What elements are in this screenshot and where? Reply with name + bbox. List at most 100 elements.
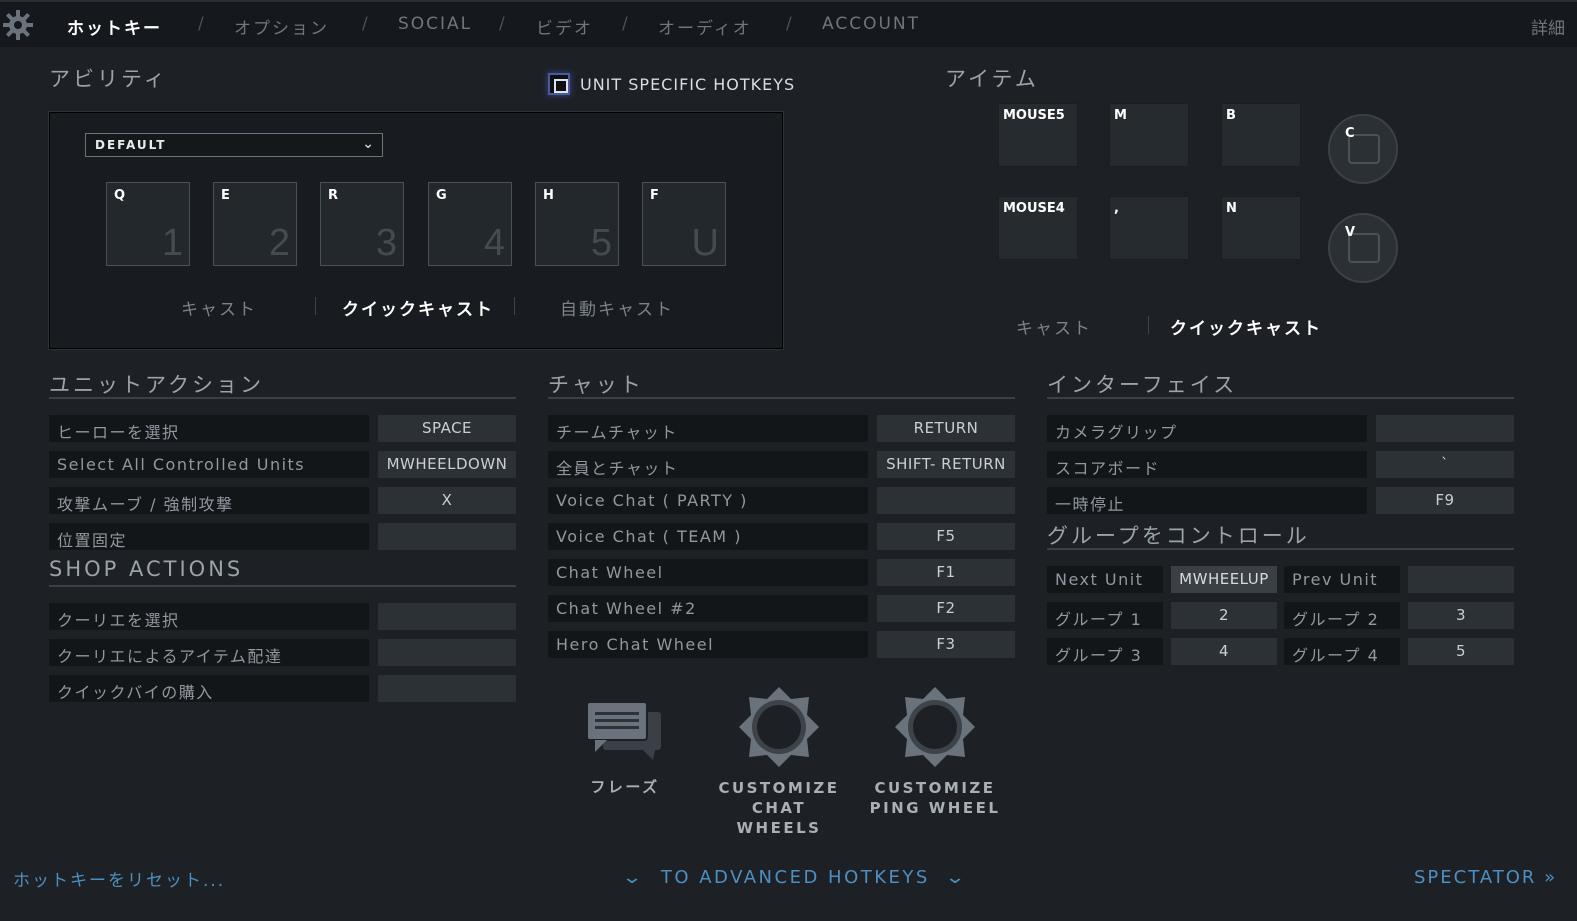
unit-specific-label[interactable]: UNIT SPECIFIC HOTKEYS bbox=[580, 75, 795, 94]
hotkey-binding[interactable]: MWHEELUP bbox=[1171, 566, 1277, 593]
tab-options[interactable]: オプション bbox=[234, 14, 329, 39]
hotkey-label: Voice Chat ( TEAM ) bbox=[548, 523, 868, 550]
phrases-label[interactable]: フレーズ bbox=[570, 777, 680, 797]
item-slot[interactable]: MOUSE4 bbox=[998, 196, 1078, 260]
hotkey-binding[interactable]: F3 bbox=[877, 631, 1015, 658]
cast-mode-autocast[interactable]: 自動キャスト bbox=[560, 295, 674, 320]
item-slot[interactable]: N bbox=[1221, 196, 1301, 260]
preset-dropdown[interactable]: DEFAULT ⌄ bbox=[85, 133, 383, 157]
hotkey-label: Chat Wheel bbox=[548, 559, 868, 586]
hotkey-binding[interactable] bbox=[378, 603, 516, 630]
hotkey-binding[interactable]: 2 bbox=[1171, 602, 1277, 629]
hotkey-binding[interactable]: ` bbox=[1376, 451, 1514, 478]
hotkey-binding[interactable]: 3 bbox=[1408, 602, 1514, 629]
hotkey-label: スコアボード bbox=[1047, 451, 1367, 478]
customize-ping-wheel-button[interactable] bbox=[894, 686, 976, 768]
tab-account[interactable]: ACCOUNT bbox=[822, 14, 920, 34]
tab-social[interactable]: SOCIAL bbox=[398, 14, 472, 34]
hotkey-binding[interactable] bbox=[378, 675, 516, 702]
divider bbox=[548, 397, 1015, 399]
cast-mode-cast[interactable]: キャスト bbox=[181, 295, 257, 320]
detail-link[interactable]: 詳細 bbox=[1531, 14, 1565, 39]
item-cast-mode-cast[interactable]: キャスト bbox=[1016, 314, 1092, 339]
tab-separator: / bbox=[198, 14, 204, 34]
ability-slot[interactable]: R 3 bbox=[320, 182, 404, 266]
customize-chat-wheels-label[interactable]: CUSTOMIZE CHAT WHEELS bbox=[708, 778, 850, 838]
chevron-down-icon: ⌄ bbox=[621, 867, 647, 888]
label-line: CHAT WHEELS bbox=[736, 799, 822, 837]
hotkey-label: 全員とチャット bbox=[548, 451, 868, 478]
item-slot[interactable]: M bbox=[1109, 103, 1189, 167]
hotkey-binding[interactable]: F9 bbox=[1376, 487, 1514, 514]
divider bbox=[1047, 548, 1514, 550]
hotkey-binding[interactable]: F2 bbox=[877, 595, 1015, 622]
spectator-link[interactable]: SPECTATOR » bbox=[1414, 867, 1557, 888]
item-cast-mode-quickcast[interactable]: クイックキャスト bbox=[1170, 314, 1322, 339]
tab-separator: / bbox=[622, 14, 628, 34]
chevron-down-icon: ⌄ bbox=[362, 136, 376, 152]
hotkey-binding[interactable]: F5 bbox=[877, 523, 1015, 550]
slot-number: 5 bbox=[590, 222, 612, 264]
tab-video[interactable]: ビデオ bbox=[536, 14, 593, 39]
hotkey-binding[interactable] bbox=[877, 487, 1015, 514]
unit-actions-title: ユニットアクション bbox=[49, 373, 264, 397]
hotkey-label: Voice Chat ( PARTY ) bbox=[548, 487, 868, 514]
ability-slot[interactable]: Q 1 bbox=[106, 182, 190, 266]
item-slot[interactable]: , bbox=[1109, 196, 1189, 260]
advanced-hotkeys-label: TO ADVANCED HOTKEYS bbox=[660, 867, 930, 888]
ability-panel: DEFAULT ⌄ Q 1 E 2 R 3 G 4 H 5 F U キャスト ク… bbox=[49, 112, 783, 349]
label-line: CUSTOMIZE bbox=[718, 779, 840, 797]
hotkey-binding[interactable] bbox=[1376, 415, 1514, 442]
abilities-title: アビリティ bbox=[49, 67, 168, 91]
reset-hotkeys-link[interactable]: ホットキーをリセット... bbox=[13, 866, 225, 891]
item-slot[interactable]: B bbox=[1221, 103, 1301, 167]
tab-audio[interactable]: オーディオ bbox=[658, 14, 752, 39]
divider bbox=[49, 397, 516, 399]
chat-title: チャット bbox=[548, 373, 644, 397]
hotkey-binding[interactable]: 4 bbox=[1171, 638, 1277, 665]
hotkey-label: クーリエによるアイテム配達 bbox=[49, 639, 369, 666]
slot-key: V bbox=[1345, 225, 1356, 240]
divider bbox=[1148, 316, 1149, 334]
ability-slot[interactable]: H 5 bbox=[535, 182, 619, 266]
hotkey-label: グループ 1 bbox=[1047, 602, 1163, 629]
slot-key: R bbox=[328, 188, 339, 203]
hotkey-binding[interactable]: SPACE bbox=[378, 415, 516, 442]
ability-slot[interactable]: G 4 bbox=[428, 182, 512, 266]
tp-scroll-slot[interactable]: V bbox=[1328, 213, 1398, 283]
cast-mode-quickcast[interactable]: クイックキャスト bbox=[342, 295, 494, 320]
hotkey-label: Chat Wheel #2 bbox=[548, 595, 868, 622]
hotkey-binding[interactable]: F1 bbox=[877, 559, 1015, 586]
preset-value: DEFAULT bbox=[95, 138, 167, 152]
slot-number: 2 bbox=[268, 222, 290, 264]
neutral-item-slot[interactable]: C bbox=[1328, 114, 1398, 184]
ability-slot[interactable]: F U bbox=[642, 182, 726, 266]
hotkey-binding[interactable] bbox=[378, 639, 516, 666]
items-title: アイテム bbox=[945, 67, 1039, 91]
interface-title: インターフェイス bbox=[1047, 373, 1238, 397]
slot-number: 4 bbox=[483, 222, 505, 264]
hotkey-binding[interactable]: MWHEELDOWN bbox=[378, 451, 516, 478]
hotkey-binding[interactable]: 5 bbox=[1408, 638, 1514, 665]
gear-icon[interactable] bbox=[2, 9, 34, 41]
hotkey-label: Select All Controlled Units bbox=[49, 451, 369, 478]
unit-specific-checkbox[interactable] bbox=[548, 73, 570, 95]
divider bbox=[315, 297, 316, 315]
hotkey-binding[interactable] bbox=[378, 523, 516, 550]
hotkey-label: 攻撃ムーブ / 強制攻撃 bbox=[49, 487, 369, 514]
phrases-button[interactable] bbox=[585, 698, 665, 760]
item-slot[interactable]: MOUSE5 bbox=[998, 103, 1078, 167]
hotkey-binding[interactable]: X bbox=[378, 487, 516, 514]
hotkey-binding[interactable] bbox=[1408, 566, 1514, 593]
hotkey-binding[interactable]: SHIFT- RETURN bbox=[877, 451, 1015, 478]
customize-chat-wheels-button[interactable] bbox=[738, 686, 820, 768]
advanced-hotkeys-link[interactable]: ⌄ TO ADVANCED HOTKEYS ⌄ bbox=[621, 867, 965, 888]
slot-key: G bbox=[436, 188, 447, 203]
double-chevron-right-icon: » bbox=[1544, 867, 1558, 888]
hotkey-binding[interactable]: RETURN bbox=[877, 415, 1015, 442]
chevron-down-icon: ⌄ bbox=[944, 867, 970, 888]
tab-hotkeys[interactable]: ホットキー bbox=[67, 14, 162, 39]
customize-ping-wheel-label[interactable]: CUSTOMIZE PING WHEEL bbox=[864, 778, 1006, 818]
hotkey-label: クーリエを選択 bbox=[49, 603, 369, 630]
ability-slot[interactable]: E 2 bbox=[213, 182, 297, 266]
